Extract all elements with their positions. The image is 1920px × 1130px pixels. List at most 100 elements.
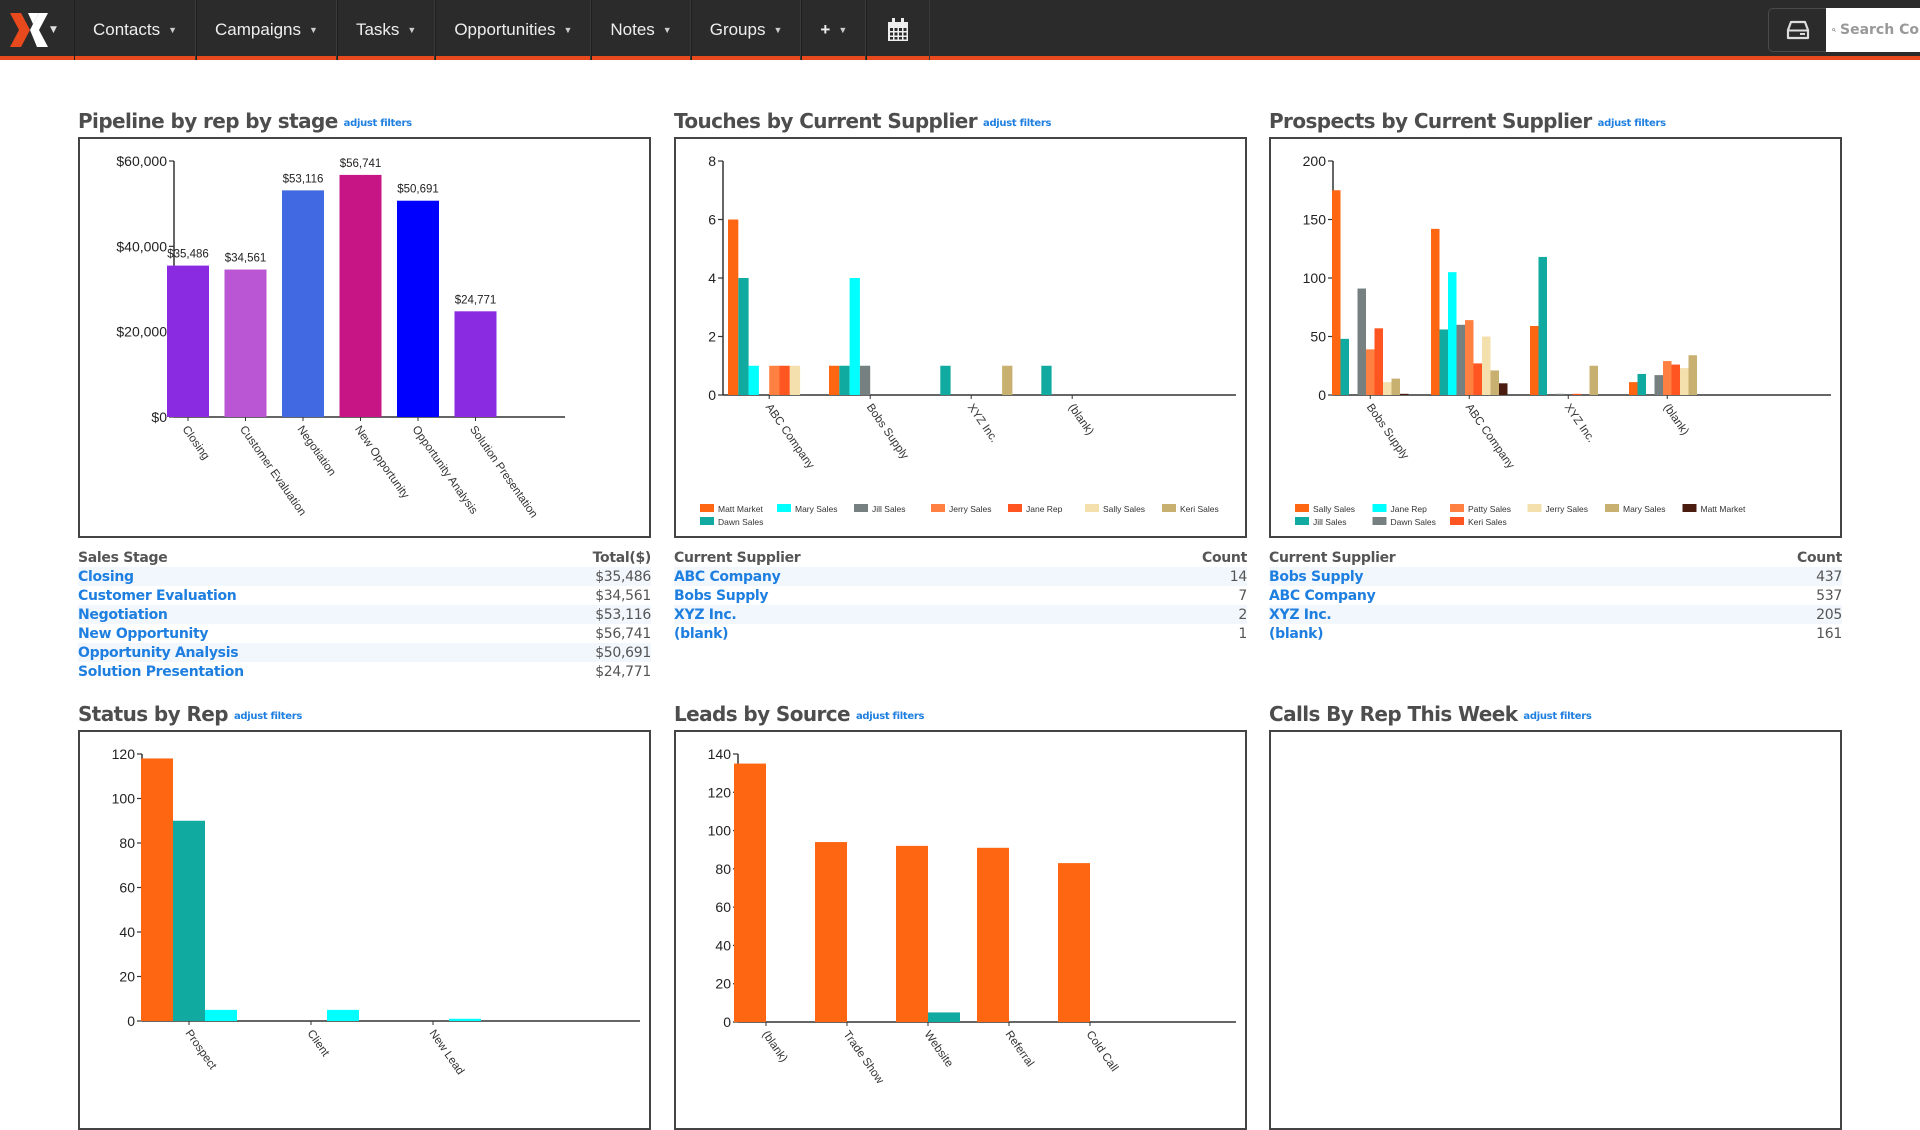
y-tick-label: 200: [1303, 153, 1327, 169]
table-row: Closing $35,486: [78, 567, 651, 586]
top-navbar: ▼ Contacts ▼ Campaigns ▼ Tasks ▼ Opportunit…: [0, 0, 1920, 60]
legend-label: Jill Sales: [872, 504, 906, 514]
table-row: Negotiation $53,116: [78, 605, 651, 624]
adjust-filters-link[interactable]: adjust filters: [856, 711, 924, 722]
nav-label: Contacts: [93, 20, 161, 39]
bar: [734, 763, 766, 1022]
row-link[interactable]: XYZ Inc.: [1269, 605, 1692, 624]
search-box: [1826, 8, 1920, 52]
legend-swatch: [931, 504, 945, 512]
legend-swatch: [1085, 504, 1099, 512]
row-link[interactable]: (blank): [674, 624, 1096, 643]
column-header: Count: [1201, 549, 1247, 566]
panel-leads: Leads by Source adjust filters 0 20 40 60 80…: [674, 694, 1247, 1130]
bar: [1340, 338, 1349, 395]
nav-label: Campaigns: [215, 20, 302, 39]
row-link[interactable]: Negotiation: [78, 605, 502, 624]
x-tick-label: Referral: [1003, 1029, 1036, 1069]
legend-swatch: [854, 504, 868, 512]
bar: [1041, 365, 1052, 395]
legend-swatch: [1372, 517, 1387, 525]
bar: [1366, 349, 1375, 395]
legend-swatch: [1295, 517, 1309, 525]
nav-calendar[interactable]: [866, 0, 931, 60]
bar: [728, 219, 739, 395]
nav-groups[interactable]: Groups ▼: [690, 0, 802, 60]
bar: [1439, 329, 1448, 395]
nav-notes[interactable]: Notes ▼: [591, 0, 691, 60]
row-value: 14: [1096, 567, 1247, 586]
row-link[interactable]: Bobs Supply: [1269, 567, 1692, 586]
nav-opportunities[interactable]: Opportunities ▼: [435, 0, 592, 60]
x-tick-label: (blank): [760, 1029, 790, 1065]
bar: [327, 1009, 359, 1021]
bar: [928, 1012, 960, 1022]
row-link[interactable]: Opportunity Analysis: [78, 643, 502, 662]
row-link[interactable]: ABC Company: [674, 567, 1097, 586]
row-value: $35,486: [501, 567, 651, 586]
nav-add-new[interactable]: + ▼: [801, 0, 867, 60]
panel-title: Prospects by Current Supplier: [1269, 109, 1592, 133]
row-value: 2: [1096, 605, 1247, 624]
calls-chart: [1271, 732, 1840, 1128]
table-row: XYZ Inc. 2: [674, 605, 1247, 624]
data-label: $35,486: [167, 249, 209, 261]
panel-calls: Calls By Rep This Week adjust filters: [1269, 694, 1842, 1130]
bar: [829, 365, 840, 395]
bar: [454, 311, 497, 417]
x-tick-label: New Lead: [427, 1028, 467, 1077]
bar: [1538, 256, 1547, 395]
row-link[interactable]: XYZ Inc.: [674, 605, 1097, 624]
y-tick-label: 4: [708, 270, 716, 286]
row-link[interactable]: ABC Company: [1269, 586, 1691, 605]
x-tick-label: ABC Company: [1463, 402, 1517, 471]
nav-contacts[interactable]: Contacts ▼: [74, 0, 197, 60]
legend-swatch: [700, 517, 714, 525]
bar: [397, 200, 439, 417]
adjust-filters-link[interactable]: adjust filters: [344, 118, 412, 129]
row-link[interactable]: Solution Presentation: [78, 662, 502, 681]
inbox-button[interactable]: [1768, 8, 1826, 52]
x-tick-label: Website: [922, 1029, 956, 1070]
row-link[interactable]: (blank): [1269, 624, 1691, 643]
legend-swatch: [777, 504, 791, 512]
adjust-filters-link[interactable]: adjust filters: [234, 711, 302, 722]
row-value: $24,771: [595, 663, 651, 680]
panel-header: Prospects by Current Supplier adjust fil…: [1269, 101, 1842, 133]
app-logo-menu[interactable]: ▼: [8, 10, 60, 50]
bar: [1530, 325, 1539, 395]
bar: [1332, 190, 1341, 395]
bar: [1589, 365, 1598, 395]
nav-campaigns[interactable]: Campaigns ▼: [196, 0, 337, 60]
data-label: $53,116: [283, 173, 324, 185]
bar: [1629, 382, 1638, 395]
data-label: $56,741: [340, 158, 382, 170]
y-tick-label: 0: [723, 1014, 731, 1030]
adjust-filters-link[interactable]: adjust filters: [1598, 118, 1666, 129]
panel-touches: Touches by Current Supplier adjust filte…: [674, 101, 1247, 643]
bar: [1058, 863, 1090, 1022]
chevron-down-icon: ▼: [773, 25, 783, 35]
legend-swatch: [1162, 504, 1176, 512]
chart-container: $0 $20,000 $40,000 $60,000 $35,486 Closing $34…: [78, 137, 651, 538]
row-link[interactable]: New Opportunity: [78, 624, 502, 643]
row-link[interactable]: Customer Evaluation: [78, 586, 502, 605]
adjust-filters-link[interactable]: adjust filters: [1523, 711, 1591, 722]
legend-label: Jane Rep: [1391, 504, 1428, 514]
bar: [940, 365, 951, 395]
data-label: $24,771: [455, 294, 497, 306]
row-link[interactable]: Closing: [78, 567, 502, 586]
panel-title: Leads by Source: [674, 702, 851, 726]
x-tick-label: Cold Call: [1084, 1029, 1121, 1074]
x-tick-label: Client: [305, 1028, 332, 1060]
bar: [224, 269, 267, 417]
y-tick-label: 6: [708, 212, 716, 228]
adjust-filters-link[interactable]: adjust filters: [983, 118, 1051, 129]
nav-tasks[interactable]: Tasks ▼: [336, 0, 436, 60]
search-input[interactable]: [1840, 22, 1920, 38]
table-row: Bobs Supply 437: [1269, 567, 1842, 586]
y-tick-label: 0: [127, 1013, 135, 1029]
chart-container: 0 50 100 150 200 Bobs Supply ABC Company XYZ In…: [1269, 137, 1842, 538]
panel-title: Touches by Current Supplier: [674, 109, 978, 133]
row-link[interactable]: Bobs Supply: [674, 586, 1096, 605]
